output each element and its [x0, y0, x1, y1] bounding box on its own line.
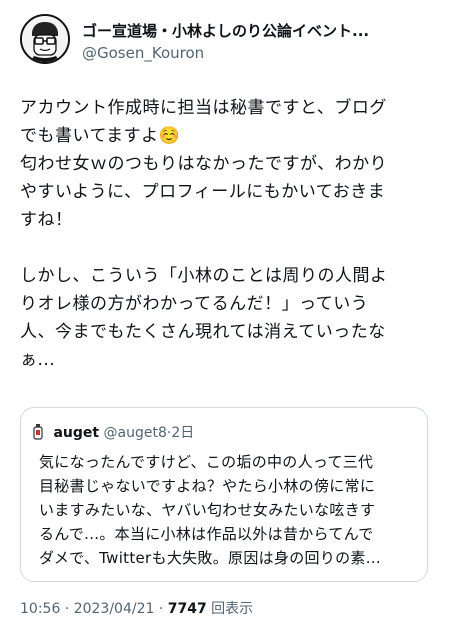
- quoted-tweet-text: 気になったんですけど、この垢の中の人って三代 目秘書じゃないですよね？やたら小林…: [39, 453, 381, 567]
- author-avatar[interactable]: [20, 14, 70, 64]
- tweet-footer: 10:56 · 2023/04/21 · 7747 回表示: [20, 598, 253, 618]
- tweet-body: アカウント作成時に担当は秘書ですと、ブログ でも書いてますよ☺️ 匂わせ女ｗのつ…: [20, 94, 440, 374]
- view-count: 7747: [167, 601, 207, 617]
- tweet-paragraph-2: しかし、こういう「小林のことは周りの人間よ りオレ様の方がわかってるんだ！」って…: [20, 266, 388, 370]
- quoted-author-name[interactable]: auget: [53, 425, 99, 441]
- author-handle[interactable]: @Gosen_Kouron: [82, 44, 204, 62]
- quoted-tweet[interactable]: auget @auget8·2日 気になったんですけど、この垢の中の人って三代 …: [20, 407, 428, 582]
- tweet-timestamp[interactable]: 10:56 · 2023/04/21 ·: [20, 601, 168, 617]
- quoted-tweet-header: auget @auget8·2日: [33, 422, 194, 442]
- author-name[interactable]: ゴー宣道場・小林よしのり公論イベント...: [82, 20, 412, 41]
- view-count-label: 回表示: [206, 601, 254, 617]
- quoted-avatar-icon: [33, 424, 43, 440]
- avatar-illustration-icon: [22, 16, 68, 62]
- quoted-time: ·2日: [166, 425, 195, 441]
- tweet-header: ゴー宣道場・小林よしのり公論イベント... @Gosen_Kouron: [16, 12, 439, 70]
- tweet-paragraph-1: アカウント作成時に担当は秘書ですと、ブログ でも書いてますよ☺️ 匂わせ女ｗのつ…: [20, 98, 388, 230]
- paragraph-spacer: [20, 234, 440, 262]
- quoted-author-handle[interactable]: @auget8: [104, 425, 167, 441]
